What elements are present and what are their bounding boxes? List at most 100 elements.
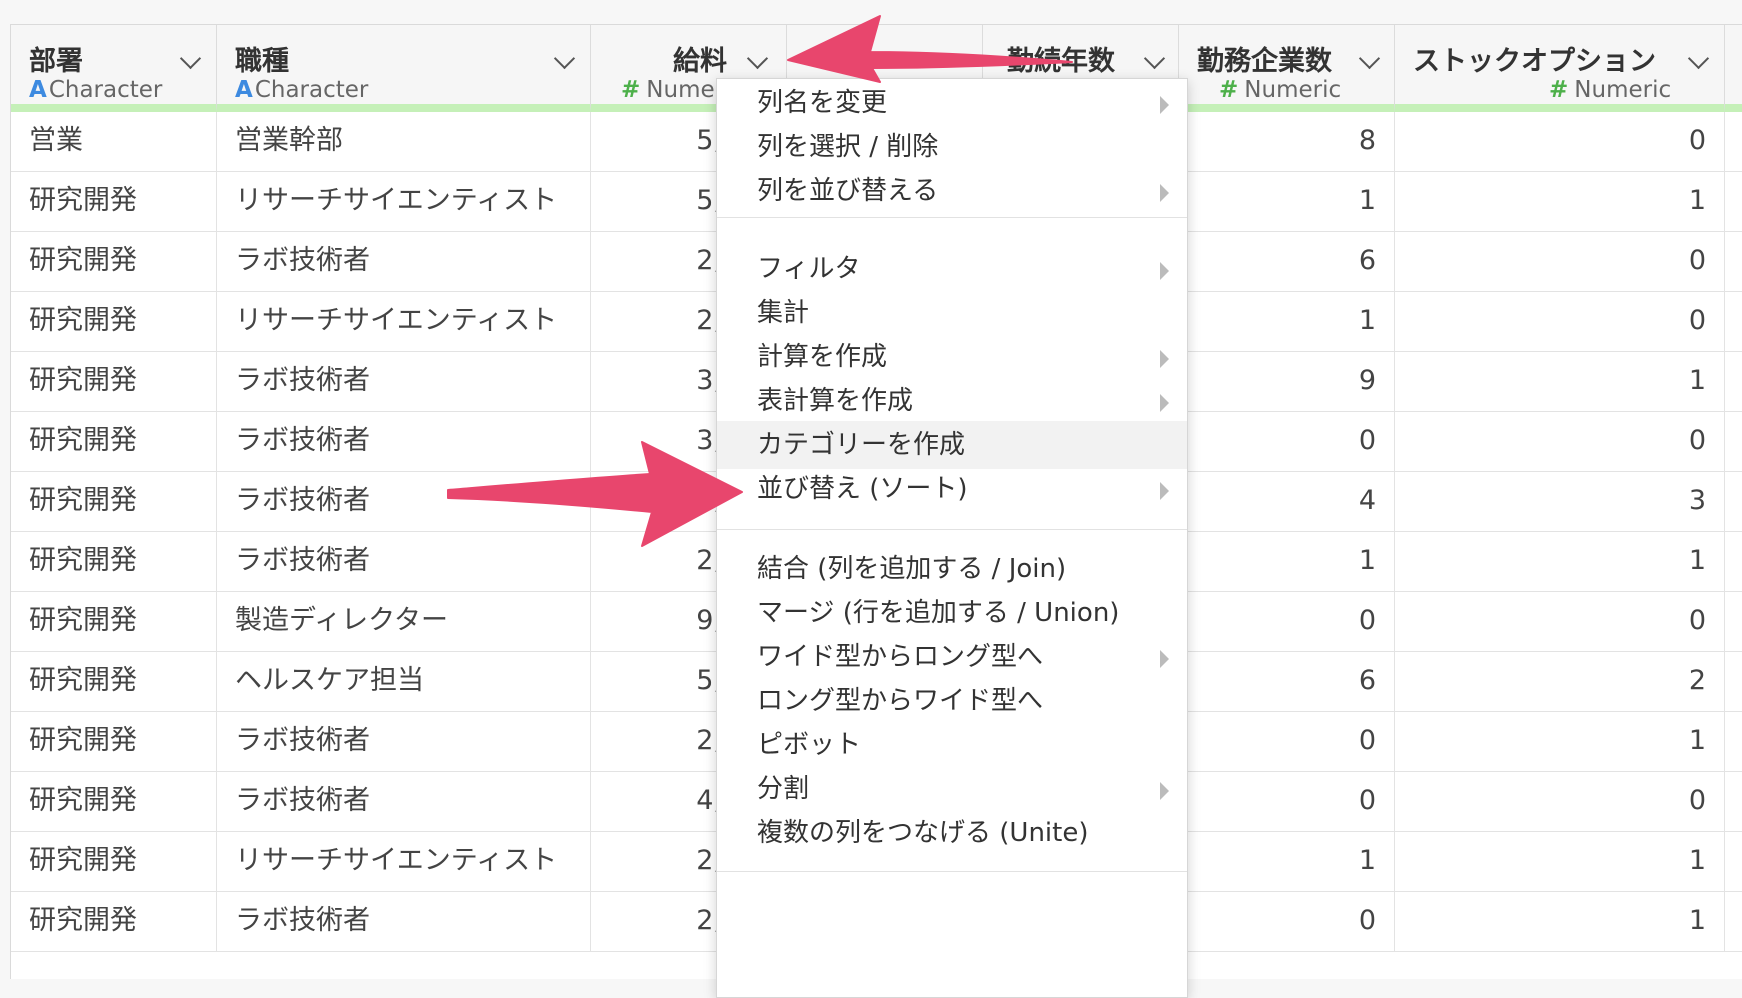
cell-stock[interactable]: 1	[1395, 532, 1725, 592]
cell-job[interactable]: 営業幹部	[217, 112, 591, 172]
cell-stock[interactable]: 1	[1395, 172, 1725, 232]
chevron-down-icon[interactable]	[553, 47, 576, 70]
menu-item[interactable]: 集計	[717, 289, 1187, 337]
menu-item[interactable]: 並び替え (ソート)	[717, 465, 1187, 513]
cell-job[interactable]: ラボ技術者	[217, 532, 591, 592]
menu-item[interactable]: 列名を変更	[717, 79, 1187, 127]
cell-job[interactable]: ヘルスケア担当	[217, 652, 591, 712]
cell-stock[interactable]: 0	[1395, 592, 1725, 652]
cell-dept[interactable]: 研究開発	[11, 652, 217, 712]
menu-item[interactable]: カテゴリーを作成	[717, 421, 1187, 469]
cell-salary[interactable]: 4,	[591, 772, 727, 832]
cell-job[interactable]: リサーチサイエンティスト	[217, 292, 591, 352]
menu-item[interactable]: 列を選択 / 削除	[717, 123, 1187, 171]
column-header-next	[1725, 25, 1742, 112]
cell-stock[interactable]: 1	[1395, 352, 1725, 412]
cell-companies[interactable]: 0	[1179, 592, 1395, 652]
cell-salary[interactable]: 2,	[591, 532, 727, 592]
cell-companies[interactable]: 0	[1179, 892, 1395, 952]
cell-salary[interactable]: 3,	[591, 352, 727, 412]
cell-stock[interactable]: 1	[1395, 832, 1725, 892]
cell-dept[interactable]: 営業	[11, 112, 217, 172]
cell-companies[interactable]: 0	[1179, 412, 1395, 472]
cell-dept[interactable]: 研究開発	[11, 772, 217, 832]
cell-companies[interactable]: 6	[1179, 232, 1395, 292]
cell-companies[interactable]: 1	[1179, 532, 1395, 592]
menu-item[interactable]: 複数の列をつなげる (Unite)	[717, 809, 1187, 857]
cell-salary[interactable]: 2,	[591, 472, 727, 532]
cell-stock[interactable]: 2	[1395, 652, 1725, 712]
cell-job[interactable]: ラボ技術者	[217, 412, 591, 472]
cell-stock[interactable]: 0	[1395, 292, 1725, 352]
cell-job[interactable]: ラボ技術者	[217, 712, 591, 772]
menu-item[interactable]: フィルタ	[717, 245, 1187, 293]
cell-salary[interactable]: 2,	[591, 232, 727, 292]
cell-stock[interactable]: 3	[1395, 472, 1725, 532]
cell-companies[interactable]: 1	[1179, 172, 1395, 232]
cell-companies[interactable]: 1	[1179, 292, 1395, 352]
menu-item[interactable]: マージ (行を追加する / Union)	[717, 589, 1187, 637]
menu-item-label: 表計算を作成	[757, 386, 914, 416]
menu-item-label: ロング型からワイド型へ	[757, 686, 1044, 716]
cell-salary[interactable]: 3,	[591, 412, 727, 472]
chevron-down-icon[interactable]	[179, 47, 202, 70]
column-header-stock[interactable]: ストックオプション # Numeric	[1395, 25, 1725, 112]
cell-companies[interactable]: 0	[1179, 712, 1395, 772]
cell-job[interactable]: ラボ技術者	[217, 472, 591, 532]
chevron-down-icon[interactable]	[1143, 47, 1166, 70]
menu-item[interactable]: 列を並び替える	[717, 167, 1187, 215]
cell-job[interactable]: ラボ技術者	[217, 352, 591, 412]
cell-salary[interactable]: 9,	[591, 592, 727, 652]
menu-item[interactable]: ピボット	[717, 721, 1187, 769]
cell-companies[interactable]: 4	[1179, 472, 1395, 532]
cell-dept[interactable]: 研究開発	[11, 712, 217, 772]
menu-item[interactable]: 計算を作成	[717, 333, 1187, 381]
cell-salary[interactable]: 5,	[591, 112, 727, 172]
character-type-icon: A	[235, 77, 253, 103]
menu-item[interactable]: ワイド型からロング型へ	[717, 633, 1187, 681]
cell-dept[interactable]: 研究開発	[11, 532, 217, 592]
cell-stock[interactable]: 0	[1395, 412, 1725, 472]
cell-dept[interactable]: 研究開発	[11, 472, 217, 532]
cell-dept[interactable]: 研究開発	[11, 892, 217, 952]
cell-dept[interactable]: 研究開発	[11, 292, 217, 352]
cell-salary[interactable]: 2,	[591, 292, 727, 352]
cell-dept[interactable]: 研究開発	[11, 172, 217, 232]
cell-dept[interactable]: 研究開発	[11, 232, 217, 292]
cell-stock[interactable]: 0	[1395, 772, 1725, 832]
menu-item[interactable]: 表計算を作成	[717, 377, 1187, 425]
cell-dept[interactable]: 研究開発	[11, 832, 217, 892]
cell-stock[interactable]: 0	[1395, 232, 1725, 292]
cell-job[interactable]: 製造ディレクター	[217, 592, 591, 652]
chevron-down-icon[interactable]	[1687, 47, 1710, 70]
cell-salary[interactable]: 2,	[591, 892, 727, 952]
cell-dept[interactable]: 研究開発	[11, 592, 217, 652]
cell-job[interactable]: ラボ技術者	[217, 772, 591, 832]
menu-item[interactable]: ロング型からワイド型へ	[717, 677, 1187, 725]
cell-salary[interactable]: 5,	[591, 652, 727, 712]
menu-item[interactable]: 分割	[717, 765, 1187, 813]
cell-dept[interactable]: 研究開発	[11, 412, 217, 472]
cell-companies[interactable]: 0	[1179, 772, 1395, 832]
cell-job[interactable]: ラボ技術者	[217, 892, 591, 952]
column-header-job[interactable]: 職種 ACharacter	[217, 25, 591, 112]
cell-companies[interactable]: 1	[1179, 832, 1395, 892]
cell-companies[interactable]: 9	[1179, 352, 1395, 412]
column-header-dept[interactable]: 部署 ACharacter	[11, 25, 217, 112]
cell-stock[interactable]: 1	[1395, 892, 1725, 952]
cell-job[interactable]: リサーチサイエンティスト	[217, 172, 591, 232]
cell-companies[interactable]: 8	[1179, 112, 1395, 172]
column-header-companies[interactable]: 勤務企業数 # Numeric	[1179, 25, 1395, 112]
cell-salary[interactable]: 2,	[591, 712, 727, 772]
cell-dept[interactable]: 研究開発	[11, 352, 217, 412]
cell-salary[interactable]: 5,	[591, 172, 727, 232]
chevron-down-icon[interactable]	[746, 47, 769, 70]
cell-salary[interactable]: 2,	[591, 832, 727, 892]
cell-stock[interactable]: 0	[1395, 112, 1725, 172]
menu-item[interactable]: 結合 (列を追加する / Join)	[717, 545, 1187, 593]
cell-job[interactable]: リサーチサイエンティスト	[217, 832, 591, 892]
cell-job[interactable]: ラボ技術者	[217, 232, 591, 292]
chevron-down-icon[interactable]	[1358, 47, 1381, 70]
cell-stock[interactable]: 1	[1395, 712, 1725, 772]
cell-companies[interactable]: 6	[1179, 652, 1395, 712]
